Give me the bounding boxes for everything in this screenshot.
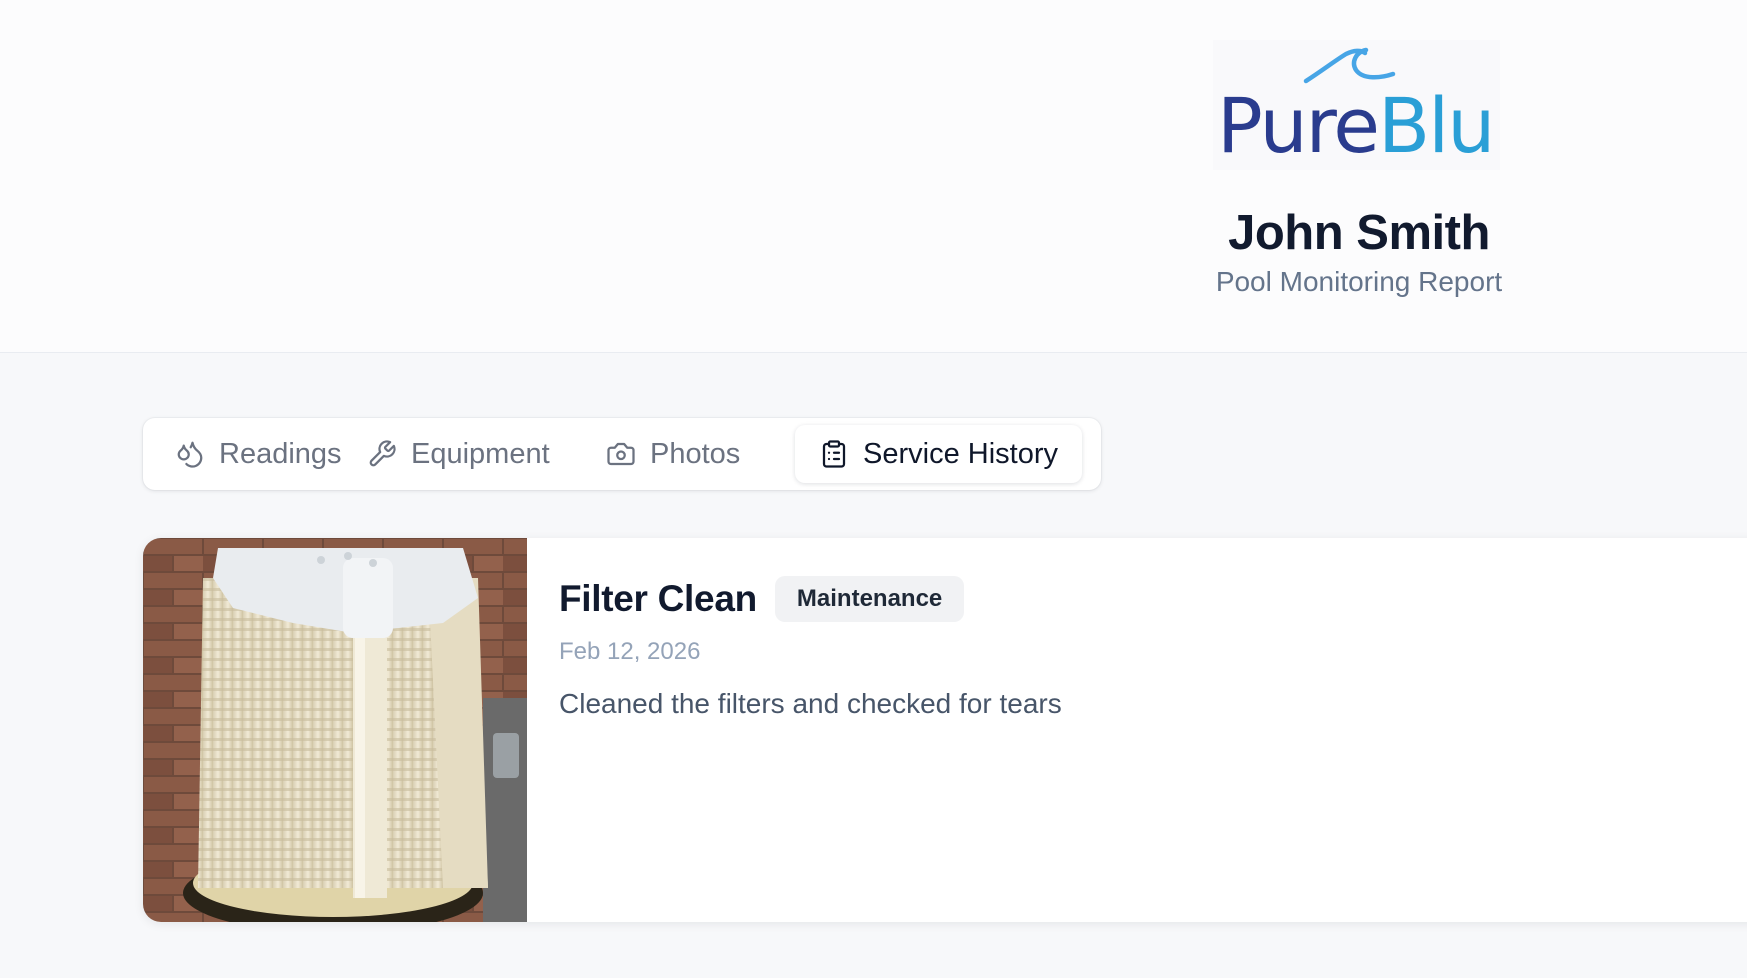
pureblu-logo: PureBlu <box>1213 40 1500 170</box>
logo-wordmark: PureBlu <box>1217 88 1495 164</box>
tab-equipment-label: Equipment <box>411 437 550 470</box>
tab-service-history-label: Service History <box>863 437 1058 470</box>
wrench-icon <box>369 440 396 467</box>
tab-readings[interactable]: Readings <box>151 425 366 483</box>
tab-readings-label: Readings <box>219 437 342 470</box>
tab-service-history[interactable]: Service History <box>795 425 1082 483</box>
service-record-title: Filter Clean <box>559 578 757 619</box>
service-record-card[interactable]: Filter Clean Maintenance Feb 12, 2026 Cl… <box>143 538 1747 922</box>
service-record-date: Feb 12, 2026 <box>559 638 701 665</box>
service-type-badge: Maintenance <box>774 576 965 622</box>
report-header: PureBlu John Smith Pool Monitoring Repor… <box>0 0 1747 353</box>
logo-wordmark-pure: Pure <box>1217 81 1380 170</box>
tab-photos[interactable]: Photos <box>582 425 764 483</box>
tab-equipment[interactable]: Equipment <box>343 425 574 483</box>
pool-filter-cartridge-photo[interactable] <box>143 538 527 922</box>
customer-name: John Smith <box>1228 206 1490 260</box>
logo-wordmark-blu: Blu <box>1378 81 1495 170</box>
clipboard-list-icon <box>822 440 846 468</box>
service-record-notes: Cleaned the filters and checked for tear… <box>559 688 1062 719</box>
report-tabs: Readings Equipment Photos Service Histor… <box>143 418 1101 490</box>
report-subtitle: Pool Monitoring Report <box>1215 266 1503 297</box>
camera-icon <box>607 442 635 466</box>
service-record-header: Filter Clean Maintenance <box>559 576 1062 622</box>
tab-photos-label: Photos <box>650 437 741 470</box>
service-record-details: Filter Clean Maintenance Feb 12, 2026 Cl… <box>559 576 1062 720</box>
droplets-icon <box>177 441 203 468</box>
